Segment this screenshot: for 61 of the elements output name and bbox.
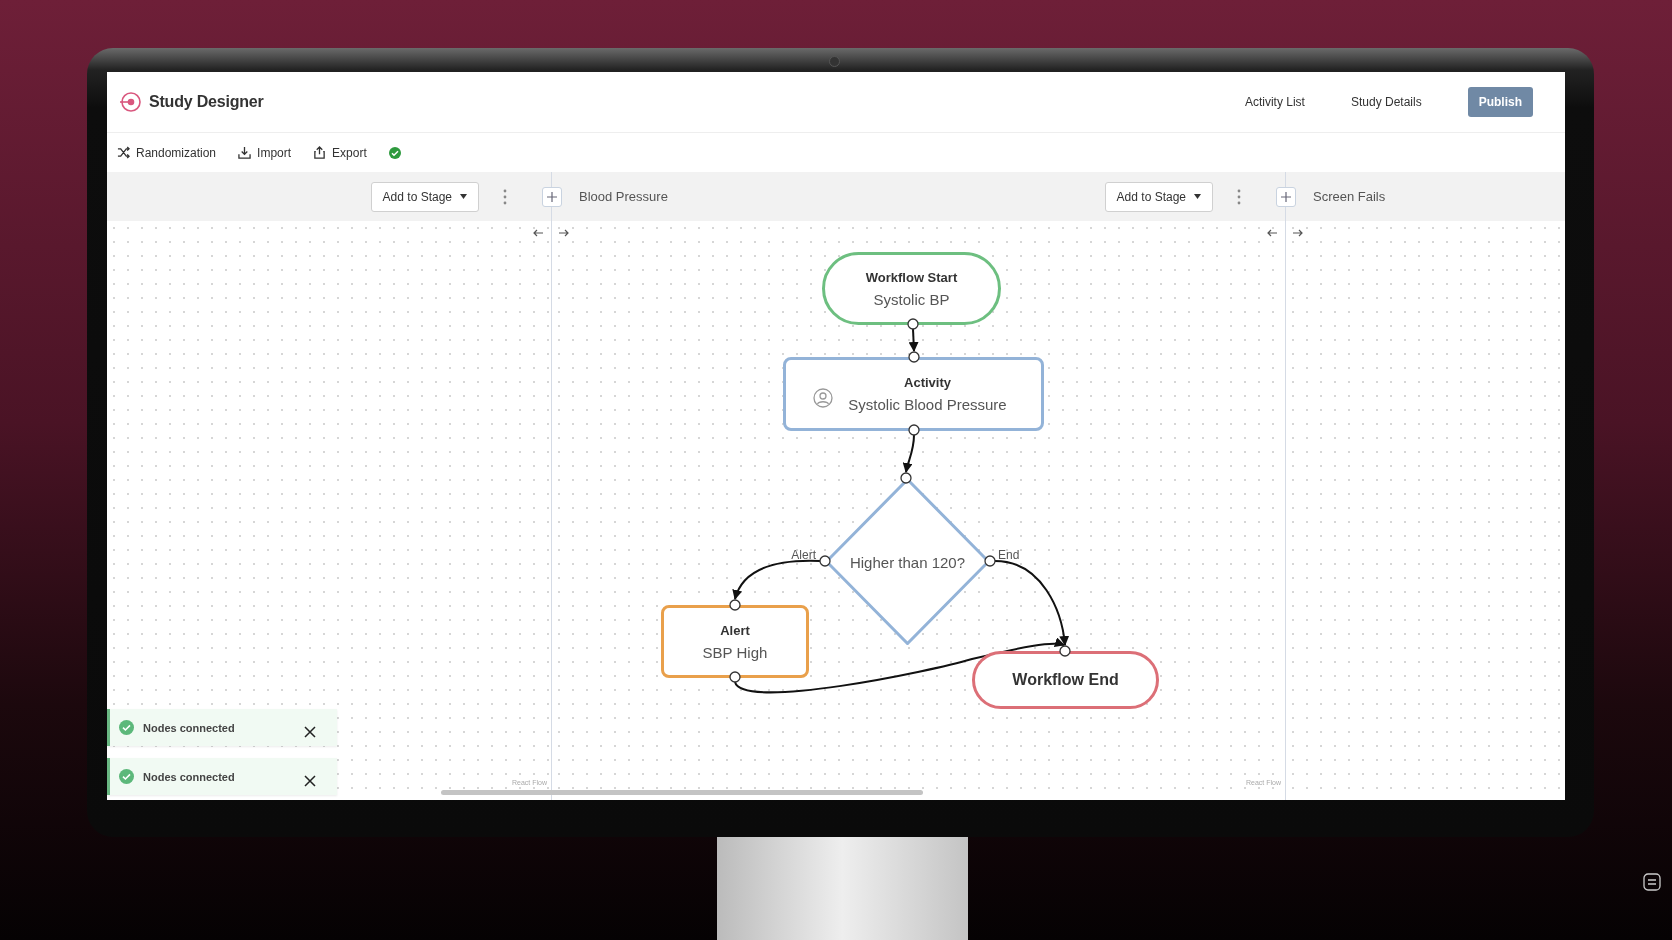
node-subtitle: Systolic BP xyxy=(873,290,950,308)
download-icon xyxy=(238,146,252,159)
check-circle-icon xyxy=(119,720,134,735)
toolbar-button[interactable]: Import xyxy=(238,145,292,160)
stage-name: Blood Pressure xyxy=(579,189,668,204)
plus-icon xyxy=(547,191,557,202)
node-title: Workflow Start xyxy=(865,269,958,285)
branch-label: Alert xyxy=(791,547,816,562)
branch-label: End xyxy=(998,547,1020,562)
add-to-stage-dropdown[interactable]: Add to Stage xyxy=(370,181,479,212)
node-subtitle: Systolic Blood Pressure xyxy=(848,396,1007,413)
nav-link[interactable]: Study Details xyxy=(1350,95,1422,109)
toast-message: Nodes connected xyxy=(143,770,236,783)
activity-node[interactable]: Activity Systolic Blood Pressure xyxy=(783,357,1044,431)
caption-icon[interactable] xyxy=(1643,873,1661,891)
logo-icon xyxy=(119,91,141,113)
decision-node[interactable]: Higher than 120? xyxy=(825,478,990,645)
caret-icon xyxy=(1194,194,1201,199)
node-title: Workflow End xyxy=(1012,671,1119,689)
stage-name: Screen Fails xyxy=(1313,189,1386,204)
node-subtitle: SBP High xyxy=(702,643,768,661)
connection-handle[interactable] xyxy=(729,671,741,683)
connection-handle[interactable] xyxy=(900,472,912,484)
toolbar-button[interactable]: Randomization xyxy=(117,145,217,160)
connection-handle[interactable] xyxy=(984,555,996,567)
more-icon[interactable] xyxy=(1237,188,1241,205)
connection-handle[interactable] xyxy=(908,424,920,436)
node-title: Activity xyxy=(904,375,951,390)
connection-handle[interactable] xyxy=(1059,645,1071,657)
end-node[interactable]: Workflow End xyxy=(972,651,1159,709)
toast-message: Nodes connected xyxy=(143,721,236,734)
arrow-right-icon[interactable] xyxy=(559,228,569,238)
publish-button[interactable]: Publish xyxy=(1467,87,1533,117)
scrollbar[interactable] xyxy=(441,790,923,795)
connector-arrow xyxy=(902,434,915,473)
decision-label: Higher than 120? xyxy=(849,553,966,570)
user-icon xyxy=(813,388,833,408)
arrow-left-icon[interactable] xyxy=(1267,228,1277,238)
plus-icon xyxy=(1281,191,1291,202)
shuffle-icon xyxy=(117,146,130,159)
nav-link[interactable]: Activity List xyxy=(1244,95,1305,109)
close-icon[interactable] xyxy=(304,725,316,738)
camera-dot xyxy=(829,56,840,67)
connection-handle[interactable] xyxy=(729,599,741,611)
node-title: Alert xyxy=(720,622,750,638)
caret-icon xyxy=(460,194,467,199)
arrow-left-icon[interactable] xyxy=(533,228,543,238)
toolbar-button[interactable]: Export xyxy=(313,145,367,160)
arrow-right-icon[interactable] xyxy=(1293,228,1303,238)
start-node[interactable]: Workflow Start Systolic BP xyxy=(822,252,1001,325)
check-circle-icon xyxy=(119,769,134,784)
connection-handle[interactable] xyxy=(819,555,831,567)
add-to-stage-dropdown[interactable]: Add to Stage xyxy=(1104,181,1213,212)
app-title: Study Designer xyxy=(149,93,264,111)
close-icon[interactable] xyxy=(304,774,316,787)
alert-node[interactable]: Alert SBP High xyxy=(661,605,809,678)
connector-arrow xyxy=(908,328,919,352)
connection-handle[interactable] xyxy=(907,318,919,330)
share-icon xyxy=(313,146,327,159)
more-icon[interactable] xyxy=(503,188,507,205)
connection-handle[interactable] xyxy=(908,351,920,363)
